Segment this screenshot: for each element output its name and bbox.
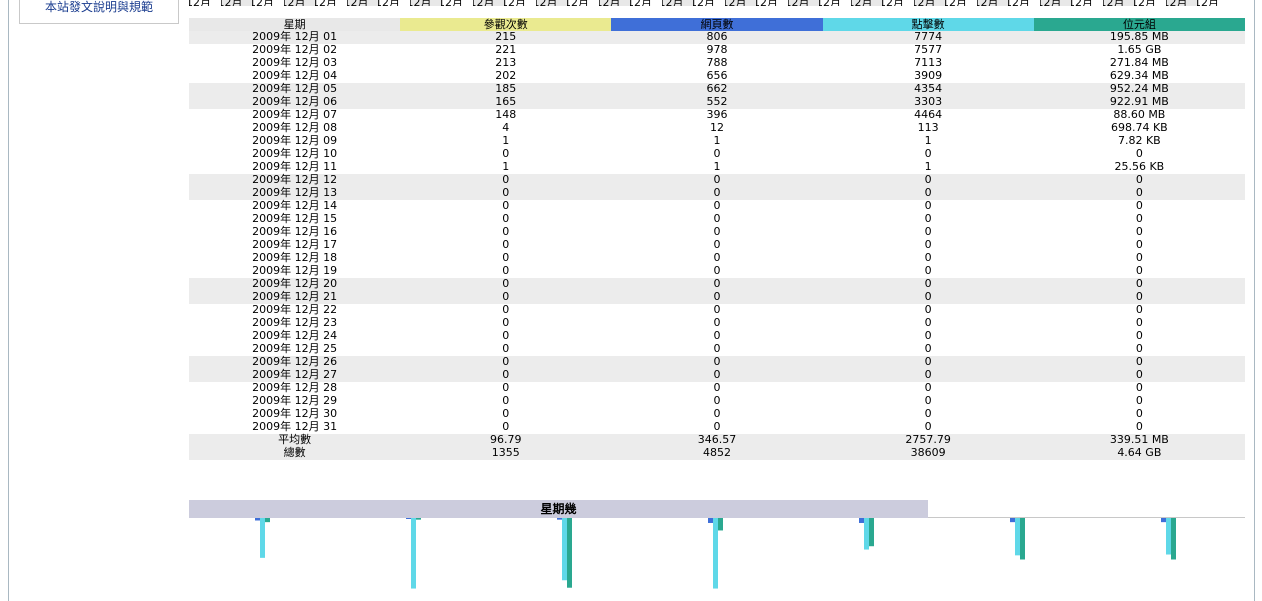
total-row: 總數 1355 4852 38609 4.64 GB	[189, 447, 1245, 460]
month-link[interactable]: 12月	[283, 0, 315, 6]
month-link[interactable]: 12月	[220, 0, 252, 6]
chart-bar	[713, 518, 718, 589]
month-link[interactable]: 12月	[441, 0, 473, 6]
table-cell: 1355	[491, 446, 520, 459]
daily-stats-table: 星期 參觀次數 網頁數 點擊數 位元組 2009年 12月 01 215 806 7774 195…	[189, 18, 1245, 460]
chart-bar	[1171, 518, 1176, 560]
month-link[interactable]: 12月	[1102, 0, 1134, 6]
month-link[interactable]: 12月	[661, 0, 693, 6]
month-link[interactable]: 12月	[1071, 0, 1103, 6]
chart-bar	[1020, 518, 1025, 560]
chart-bar	[416, 518, 421, 520]
chart-bar	[1161, 518, 1166, 523]
chart-bar	[869, 518, 874, 547]
chart-bar	[557, 518, 562, 520]
month-link[interactable]: 12月	[378, 0, 410, 6]
month-link[interactable]: 12月	[252, 0, 284, 6]
chart-bar	[411, 518, 416, 589]
month-link[interactable]: 12月	[1197, 0, 1229, 6]
month-link[interactable]: 12月	[850, 0, 882, 6]
chart-bar	[260, 518, 265, 558]
chart-bar	[406, 518, 411, 519]
month-link[interactable]: 12月	[1134, 0, 1166, 6]
chart-bar	[859, 518, 864, 523]
month-link[interactable]: 12月	[1039, 0, 1071, 6]
month-link[interactable]: 12月	[1008, 0, 1040, 6]
month-link[interactable]: 12月	[535, 0, 567, 6]
chart-bar	[1010, 518, 1015, 523]
month-link[interactable]: 12月	[724, 0, 756, 6]
month-link[interactable]: 12月	[504, 0, 536, 6]
month-link[interactable]: 12月	[567, 0, 599, 6]
chart-bar	[708, 518, 713, 523]
month-link[interactable]: 12月	[346, 0, 378, 6]
table-cell: 4.64 GB	[1117, 446, 1162, 459]
month-link[interactable]: 12月	[882, 0, 914, 6]
month-link[interactable]: 12月	[787, 0, 819, 6]
table-cell: 總數	[283, 446, 306, 459]
month-link[interactable]: 12月	[409, 0, 441, 6]
month-link[interactable]: 12月	[472, 0, 504, 6]
month-link[interactable]: 12月	[976, 0, 1008, 6]
month-link[interactable]: 12月	[189, 0, 221, 6]
chart-bar	[562, 518, 567, 581]
month-link[interactable]: 12月	[315, 0, 347, 6]
month-link[interactable]: 12月	[756, 0, 788, 6]
month-link[interactable]: 12月	[693, 0, 725, 6]
chart-bar	[567, 518, 572, 588]
chart-bar	[1166, 518, 1171, 555]
weekday-bar-chart	[255, 518, 1176, 589]
month-link[interactable]: 12月	[630, 0, 662, 6]
chart-bar	[718, 518, 723, 531]
month-strip: 12月12月12月12月12月12月12月12月12月12月12月12月12月1…	[189, 0, 1245, 6]
weekday-chart-title: 星期幾	[189, 500, 928, 518]
month-link[interactable]: 12月	[945, 0, 977, 6]
table-cell: 4852	[702, 446, 731, 459]
chart-bar	[265, 518, 270, 523]
chart-bar	[864, 518, 869, 550]
sidebar-link-posting-rules[interactable]: 本站發文說明與規範	[19, 0, 179, 24]
table-cell: 38609	[910, 446, 946, 459]
chart-bar	[255, 518, 260, 521]
chart-bar	[1015, 518, 1020, 556]
month-link[interactable]: 12月	[819, 0, 851, 6]
month-link[interactable]: 12月	[913, 0, 945, 6]
month-link[interactable]: 12月	[598, 0, 630, 6]
month-link[interactable]: 12月	[1165, 0, 1197, 6]
